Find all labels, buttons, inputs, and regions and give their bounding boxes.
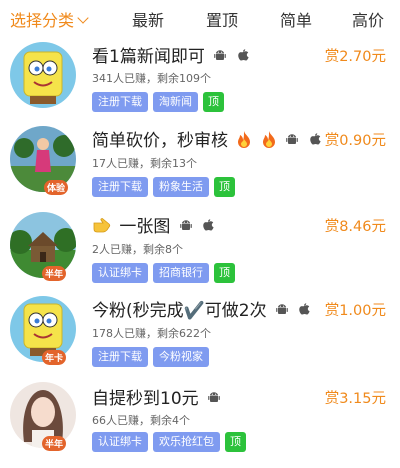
tab-pinned[interactable]: 置顶 — [206, 7, 238, 31]
task-tags: 注册下载 粉象生活顶 — [92, 177, 240, 197]
android-icon — [213, 47, 227, 67]
fire-emoji-icon — [236, 130, 252, 153]
task-item[interactable]: 半年 自提秒到10元 赏3.15元 66人已赚，剩余4个 认证绑卡 欢乐抢红包顶 — [0, 380, 400, 468]
tab-label: 高价 — [352, 11, 385, 30]
experience-badge: 体验 — [44, 180, 69, 195]
tag-app: 淘新闻 — [153, 92, 198, 112]
task-item[interactable]: 年卡 今粉(秒完成✔️可做2次 赏1.00元 178人已赚，剩余622个 注册下… — [0, 296, 400, 384]
tag-app: 粉象生活 — [153, 177, 209, 197]
apple-icon — [297, 301, 311, 321]
tag-action: 认证绑卡 — [92, 432, 148, 452]
task-stats: 178人已赚，剩余622个 — [92, 327, 211, 340]
reward-amount: 赏8.46元 — [324, 219, 386, 235]
task-title-text: 自提秒到10元 — [92, 389, 199, 409]
chevron-down-icon — [77, 12, 89, 24]
task-tags: 认证绑卡 欢乐抢红包顶 — [92, 432, 251, 452]
tag-pinned: 顶 — [225, 432, 246, 452]
tab-label: 最新 — [132, 11, 165, 30]
category-tab-bar: 选择分类 最新 置顶 简单 高价 — [0, 0, 400, 38]
tag-action: 认证绑卡 — [92, 263, 148, 283]
reward-amount: 赏0.90元 — [324, 133, 386, 149]
half-year-badge: 半年 — [42, 266, 67, 281]
tab-high-price[interactable]: 高价 — [352, 7, 384, 31]
tag-pinned: 顶 — [203, 92, 224, 112]
apple-icon — [236, 47, 249, 67]
android-icon — [275, 301, 289, 321]
task-title: 自提秒到10元 — [92, 384, 221, 409]
task-title: 一张图 — [92, 212, 214, 238]
task-title: 简单砍价，秒审核 — [92, 126, 321, 153]
task-title: 今粉(秒完成✔️可做2次 — [92, 296, 311, 321]
task-tags: 注册下载 淘新闻顶 — [92, 92, 229, 112]
task-title-text: 一张图 — [119, 217, 171, 237]
task-item[interactable]: 半年 一张图 赏8.46元 2人已赚，剩余8个 认证绑卡 招商银行顶 — [0, 212, 400, 300]
tag-pinned: 顶 — [214, 177, 235, 197]
tag-action: 注册下载 — [92, 177, 148, 197]
task-item[interactable]: 体验 简单砍价，秒审核 赏0.90元 17人已赚，剩余13个 注册下载 粉象生活顶 — [0, 126, 400, 214]
android-icon — [285, 131, 299, 151]
tab-label: 置顶 — [206, 11, 239, 30]
tag-pinned: 顶 — [214, 263, 235, 283]
tab-latest[interactable]: 最新 — [132, 7, 164, 31]
task-title-text: 简单砍价，秒审核 — [92, 131, 228, 151]
task-tags: 认证绑卡 招商银行顶 — [92, 263, 240, 283]
task-title-text: 今粉(秒完成✔️可做2次 — [92, 301, 267, 321]
annual-card-badge: 年卡 — [42, 350, 67, 365]
tab-label: 选择分类 — [10, 11, 75, 30]
tab-simple[interactable]: 简单 — [280, 7, 312, 31]
tag-app: 今粉视家 — [153, 347, 209, 367]
task-stats: 341人已赚，剩余109个 — [92, 72, 211, 85]
android-icon — [207, 389, 221, 409]
pointing-hand-emoji-icon — [92, 217, 112, 238]
tag-action: 注册下载 — [92, 347, 148, 367]
tag-app: 招商银行 — [153, 263, 209, 283]
fire-emoji-icon — [261, 130, 277, 153]
android-icon — [179, 217, 193, 237]
task-title-text: 看1篇新闻即可 — [92, 47, 205, 67]
task-item[interactable]: 看1篇新闻即可 赏2.70元 341人已赚，剩余109个 注册下载 淘新闻顶 — [0, 38, 400, 126]
tag-app: 欢乐抢红包 — [153, 432, 220, 452]
apple-icon — [308, 131, 321, 151]
task-stats: 17人已赚，剩余13个 — [92, 157, 197, 170]
tag-action: 注册下载 — [92, 92, 148, 112]
reward-amount: 赏3.15元 — [324, 391, 386, 407]
tab-label: 简单 — [280, 11, 313, 30]
task-tags: 注册下载 今粉视家 — [92, 347, 214, 367]
task-stats: 66人已赚，剩余4个 — [92, 414, 190, 427]
reward-amount: 赏1.00元 — [324, 303, 386, 319]
task-title: 看1篇新闻即可 — [92, 42, 249, 67]
tab-select-category[interactable]: 选择分类 — [10, 7, 89, 31]
apple-icon — [201, 217, 214, 237]
half-year-badge: 半年 — [42, 436, 67, 451]
reward-amount: 赏2.70元 — [324, 49, 386, 65]
task-stats: 2人已赚，剩余8个 — [92, 243, 183, 256]
avatar — [10, 42, 76, 108]
